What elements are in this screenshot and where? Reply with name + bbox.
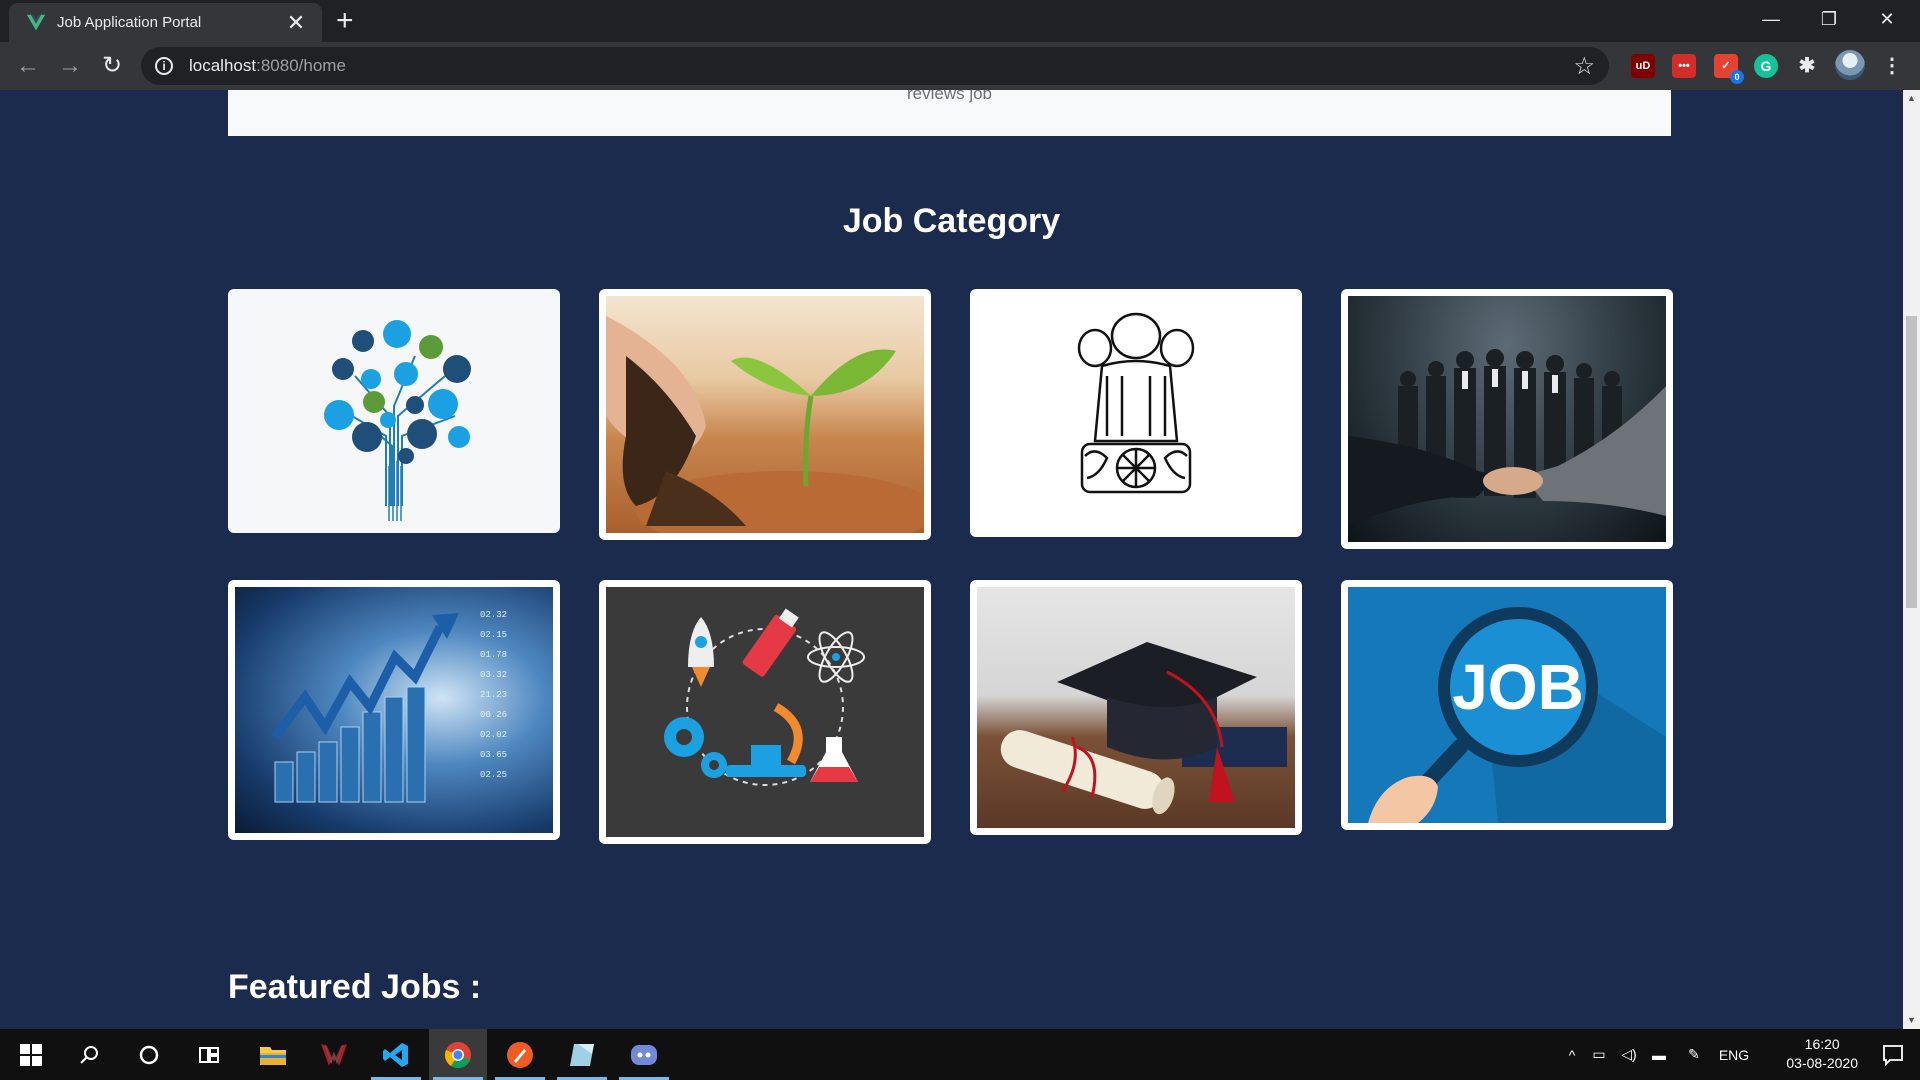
stock-chart-svg: 02.32 02.15 01.78 03.32 21.23 00.26 02.02 03.… [271,610,507,803]
system-clock[interactable]: 16:20 03-08-2020 [1786,1035,1858,1073]
clock-time: 16:20 [1804,1036,1840,1052]
clock-date: 03-08-2020 [1786,1055,1858,1071]
browser-menu-icon[interactable]: ⋮ [1880,54,1904,78]
vue-logo-icon [26,14,46,30]
science-tools-svg [664,608,865,786]
discord-icon[interactable] [615,1029,673,1080]
category-government[interactable] [970,289,1302,537]
handshake-team-svg [1348,349,1666,526]
battery-icon[interactable]: ▬ [1644,1047,1674,1063]
volume-icon[interactable]: ◁) [1614,1046,1644,1063]
tab-close-icon[interactable]: ✕ [284,11,308,34]
job-magnifier-image: JOB [1348,587,1666,823]
notifications-icon[interactable] [1866,1029,1920,1080]
graduation-cap-image [977,587,1295,828]
job-logo-text: JOB [1452,651,1584,723]
postman-icon[interactable] [491,1029,549,1080]
scroll-up-arrow-icon[interactable]: ▲ [1903,90,1920,107]
scrollbar-thumb[interactable] [1906,316,1917,608]
url-path: :8080/home [256,56,346,75]
page-viewport: reviews job Job Category 02.32 02.15 01.… [0,90,1903,1029]
lastpass-icon[interactable]: ••• [1672,54,1696,78]
back-arrow-icon[interactable]: ← [12,52,44,80]
close-window-button[interactable]: ✕ [1858,4,1916,34]
science-tools-image [606,587,924,837]
chrome-icon[interactable] [429,1029,487,1080]
graduation-cap-svg [1000,642,1287,815]
top-card-text: reviews job [906,90,993,103]
category-it[interactable] [228,289,560,533]
category-science[interactable] [599,580,931,844]
svg-text:02.02: 02.02 [480,730,507,740]
job-magnifier-svg: JOB [1368,607,1666,823]
category-finance[interactable]: 02.32 02.15 01.78 03.32 21.23 00.26 02.02 03.… [228,580,560,840]
site-info-icon[interactable]: i [155,57,173,75]
language-indicator[interactable]: ENG [1714,1047,1754,1063]
svg-text:00.26: 00.26 [480,710,507,720]
profile-avatar[interactable] [1835,50,1865,80]
pen-workspace-icon[interactable]: ✎ [1674,1046,1714,1063]
svg-text:03.65: 03.65 [480,750,507,760]
technology-tree-image [235,296,553,526]
url-host: localhost [189,56,257,75]
featured-jobs-title: Featured Jobs : [228,968,482,1006]
todoist-icon[interactable]: ✓ 0 [1714,54,1744,84]
technology-tree-svg [324,320,471,521]
ublock-icon[interactable]: uD [1631,54,1655,78]
address-bar[interactable]: i localhost:8080/home ☆ [141,47,1609,85]
top-card: reviews job [228,90,1671,136]
grammarly-icon[interactable]: G [1754,54,1778,78]
todoist-badge: 0 [1730,70,1744,84]
seedling-soil-svg [606,316,924,533]
forward-arrow-icon[interactable]: → [54,52,86,80]
notes-app-icon[interactable] [553,1029,611,1080]
national-emblem-svg [1077,312,1195,494]
todoist-glyph: ✓ [1721,60,1731,72]
cortana-icon[interactable] [120,1029,178,1080]
national-emblem-image [977,296,1295,530]
system-tray: ^ ▭ ◁) ▬ ✎ ENG [1560,1029,1754,1080]
browser-toolbar: ← → ↻ i localhost:8080/home ☆ uD ••• ✓ 0… [0,42,1920,90]
svg-text:21.23: 21.23 [480,690,507,700]
stock-chart-image: 02.32 02.15 01.78 03.32 21.23 00.26 02.02 03.… [235,587,553,833]
handshake-team-image [1348,296,1666,542]
search-icon[interactable] [60,1029,118,1080]
extensions-puzzle-icon[interactable]: ✱ [1795,54,1819,78]
restore-button[interactable]: ❐ [1800,4,1858,34]
network-icon[interactable]: ▭ [1584,1046,1614,1063]
svg-text:01.78: 01.78 [480,650,507,660]
category-agriculture[interactable] [599,289,931,540]
category-education[interactable] [970,580,1302,835]
reload-icon[interactable]: ↻ [96,52,128,80]
new-tab-button[interactable]: + [336,6,354,36]
browser-tab-bar: Job Application Portal ✕ + — ❐ ✕ [0,0,1920,42]
file-explorer-icon[interactable] [244,1029,302,1080]
tab-title: Job Application Portal [57,14,202,31]
show-hidden-icons-chevron-icon[interactable]: ^ [1560,1047,1584,1063]
svg-text:03.32: 03.32 [480,670,507,680]
windows-start-icon[interactable] [2,1029,60,1080]
windows-taskbar: ^ ▭ ◁) ▬ ✎ ENG 16:20 03-08-2020 [0,1029,1920,1080]
page-scrollbar[interactable]: ▲ ▼ [1903,90,1920,1029]
seedling-soil-image [606,296,924,533]
bookmark-star-icon[interactable]: ☆ [1573,52,1595,81]
section-title-job-category: Job Category [842,202,1061,240]
vscode-icon[interactable] [367,1029,425,1080]
windows-logo-icon [20,1043,42,1066]
browser-tab[interactable]: Job Application Portal ✕ [9,3,322,42]
svg-text:02.32: 02.32 [480,610,507,620]
game-launcher-icon[interactable] [305,1029,363,1080]
category-jobs[interactable]: JOB [1341,580,1673,830]
task-view-icon[interactable] [180,1029,238,1080]
scroll-down-arrow-icon[interactable]: ▼ [1903,1012,1920,1029]
svg-text:02.25: 02.25 [480,770,507,780]
minimize-button[interactable]: — [1742,4,1800,34]
category-business[interactable] [1341,289,1673,549]
svg-text:02.15: 02.15 [480,630,507,640]
